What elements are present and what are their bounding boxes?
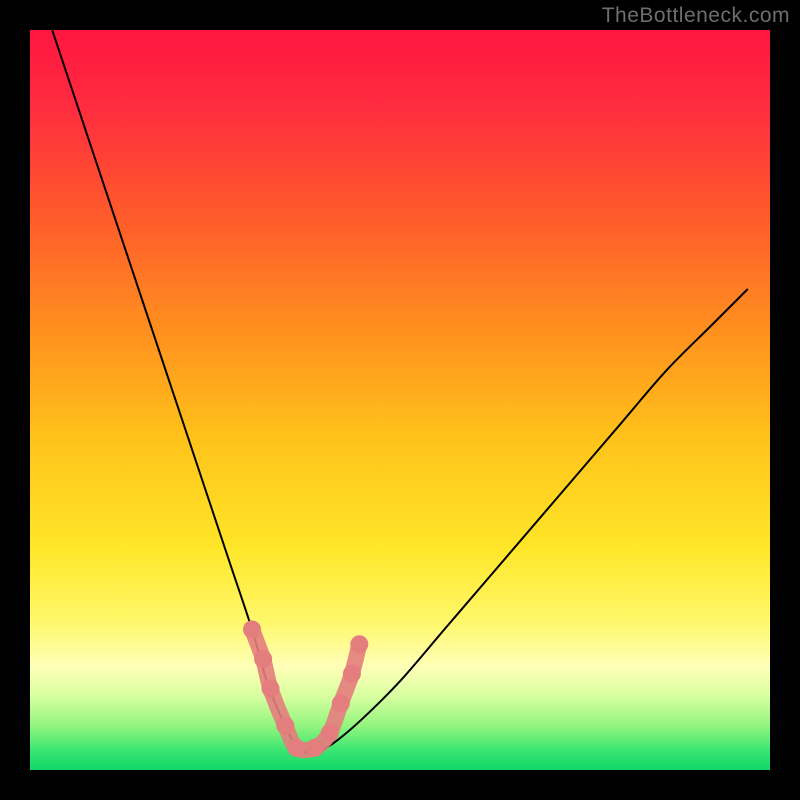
bottleneck-marker [254,650,272,668]
bottleneck-marker [276,717,294,735]
bottleneck-marker [350,635,368,653]
watermark-text: TheBottleneck.com [602,4,790,28]
gradient-background [30,30,770,770]
bottleneck-marker [343,665,361,683]
bottleneck-marker [287,739,305,757]
bottleneck-marker [332,694,350,712]
bottleneck-marker [306,739,324,757]
bottleneck-marker [262,680,280,698]
chart-frame: TheBottleneck.com [0,0,800,800]
bottleneck-marker [243,620,261,638]
bottleneck-chart [0,0,800,800]
bottleneck-marker [321,724,339,742]
